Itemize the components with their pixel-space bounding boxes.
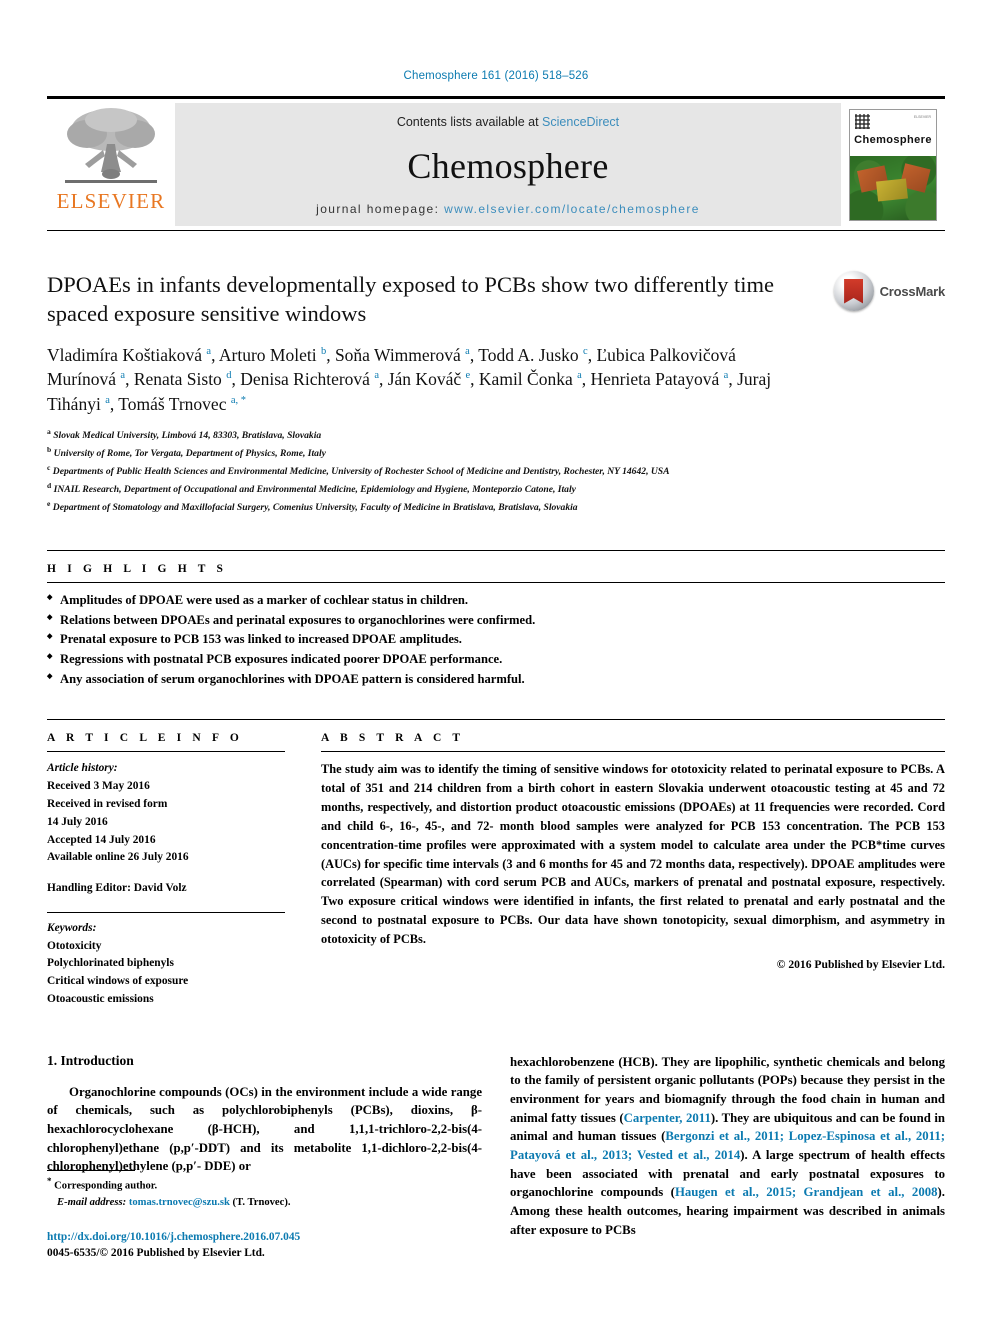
cover-box: ELSEVIER Chemosphere [849,108,937,221]
keywords-block: Keywords: Ototoxicity Polychlorinated bi… [47,920,285,1009]
crossmark-label: CrossMark [879,283,946,299]
history-line: Received in revised form [47,797,168,810]
keyword-item: Polychlorinated biphenyls [47,957,174,970]
email-suffix: (T. Trnovec). [232,1196,291,1208]
contents-available-line: Contents lists available at ScienceDirec… [397,115,619,129]
highlights-heading: H I G H L I G H T S [47,563,228,576]
author-list: Vladimíra Koštiaková a, Arturo Moleti b,… [47,344,772,415]
corresponding-author-note: * Corresponding author. E-mail address: … [47,1175,467,1210]
affiliation-mark: e [47,499,51,509]
elsevier-tree-icon [65,108,157,183]
affiliation-item: b University of Rome, Tor Vergata, Depar… [47,444,945,462]
abstract-column: A B S T R A C T The study aim was to ide… [321,732,945,1008]
abstract-copyright: © 2016 Published by Elsevier Ltd. [776,957,945,971]
history-line: Available online 26 July 2016 [47,851,189,864]
article-history-label: Article history: [47,762,118,775]
corresponding-line: * Corresponding author. [47,1175,467,1194]
email-line: E-mail address: tomas.trnovec@szu.sk (T.… [47,1195,467,1211]
elsevier-wordmark: ELSEVIER [56,189,166,213]
history-line: 14 July 2016 [47,815,108,828]
journal-cover-thumbnail: ELSEVIER Chemosphere [841,99,945,230]
list-item: Regressions with postnatal PCB exposures… [47,650,945,670]
body-column-right: hexachlorobenzene (HCB). They are lipoph… [510,1053,945,1240]
intro-paragraph-left: Organochlorine compounds (OCs) in the en… [47,1084,482,1174]
intro-paragraph-right: hexachlorobenzene (HCB). They are lipoph… [510,1054,946,1237]
history-line: Received 3 May 2016 [47,780,150,793]
cover-top: ELSEVIER Chemosphere [850,110,936,156]
sciencedirect-link[interactable]: ScienceDirect [542,115,619,129]
keyword-item: Ototoxicity [47,939,102,952]
issn-copyright-line: 0045-6535/© 2016 Published by Elsevier L… [47,1246,265,1259]
title-block: CrossMark DPOAEs in infants developmenta… [47,271,945,516]
history-line: Accepted 14 July 2016 [47,833,156,846]
article-info-heading: A R T I C L E I N F O [47,732,243,745]
abstract-heading: A B S T R A C T [321,732,465,745]
affiliation-item: e Department of Stomatology and Maxillof… [47,498,945,516]
article-info-column: A R T I C L E I N F O Article history: R… [47,732,285,1008]
article-info-rule: Article history: Received 3 May 2016 Rec… [47,751,285,1008]
info-abstract-section: A R T I C L E I N F O Article history: R… [47,719,945,1008]
affiliation-mark: d [47,481,52,491]
affiliation-text: INAIL Research, Department of Occupation… [53,484,576,496]
list-item: Relations between DPOAEs and perinatal e… [47,611,945,631]
list-item: Any association of serum organochlorines… [47,670,945,690]
journal-homepage-line: journal homepage: www.elsevier.com/locat… [316,202,700,216]
affiliation-mark: a [47,427,51,437]
affiliation-text: University of Rome, Tor Vergata, Departm… [53,448,326,460]
doi-block: http://dx.doi.org/10.1016/j.chemosphere.… [47,1229,467,1261]
affiliation-text: Departments of Public Health Sciences an… [52,466,670,478]
affiliation-item: d INAIL Research, Department of Occupati… [47,480,945,498]
homepage-prefix: journal homepage: [316,202,445,216]
affiliation-text: Department of Stomatology and Maxillofac… [52,502,578,514]
masthead-center: Contents lists available at ScienceDirec… [175,103,841,226]
abstract-text: The study aim was to identify the timing… [321,762,945,946]
article-history-block: Article history: Received 3 May 2016 Rec… [47,760,285,897]
elsevier-logo: ELSEVIER [47,99,175,230]
cover-leaf-c [876,177,908,202]
keyword-item: Critical windows of exposure [47,975,189,988]
keywords-label: Keywords: [47,921,97,934]
cover-barcode-icon [855,113,870,129]
crossmark-icon [833,271,874,311]
doi-link[interactable]: http://dx.doi.org/10.1016/j.chemosphere.… [47,1231,300,1243]
cover-artwork [850,155,936,220]
highlights-section: H I G H L I G H T S Amplitudes of DPOAE … [47,550,945,689]
affiliation-mark: c [47,463,51,473]
affiliation-item: c Departments of Public Health Sciences … [47,462,945,480]
asterisk-icon: * [47,1176,52,1187]
affiliation-list: a Slovak Medical University, Limbová 14,… [47,426,945,516]
corresponding-label: Corresponding author. [54,1180,158,1192]
abstract-rule: The study aim was to identify the timing… [321,751,945,971]
contents-prefix: Contents lists available at [396,115,543,129]
list-item: Prenatal exposure to PCB 153 was linked … [47,630,945,650]
section-heading-introduction: 1. Introduction [47,1052,134,1068]
homepage-url-link[interactable]: www.elsevier.com/locate/chemosphere [444,202,700,216]
page-footer: * Corresponding author. E-mail address: … [47,1170,467,1261]
email-label: E-mail address: [57,1196,127,1208]
list-item: Amplitudes of DPOAE were used as a marke… [47,591,945,611]
keyword-item: Otoacoustic emissions [47,993,154,1005]
handling-editor: Handling Editor: David Volz [47,882,187,895]
journal-title: Chemosphere [407,145,609,186]
email-link[interactable]: tomas.trnovec@szu.sk [129,1197,230,1208]
footnote-divider [47,1170,135,1172]
crossmark-bookmark-shape [844,278,864,304]
journal-masthead: ELSEVIER Contents lists available at Sci… [47,96,945,231]
paper-page: Chemosphere 161 (2016) 518–526 ELSEVIER [0,0,992,1323]
running-head: Chemosphere 161 (2016) 518–526 [403,70,589,82]
affiliation-item: a Slovak Medical University, Limbová 14,… [47,426,945,444]
page-title: DPOAEs in infants developmentally expose… [47,272,775,326]
cover-corner-label: ELSEVIER [913,114,931,119]
crossmark-badge[interactable]: CrossMark [821,267,945,315]
keywords-divider [47,911,285,913]
affiliation-mark: b [47,445,52,455]
affiliation-text: Slovak Medical University, Limbová 14, 8… [53,430,322,442]
highlights-list: Amplitudes of DPOAE were used as a marke… [47,582,945,689]
cover-journal-title: Chemosphere [854,133,932,146]
